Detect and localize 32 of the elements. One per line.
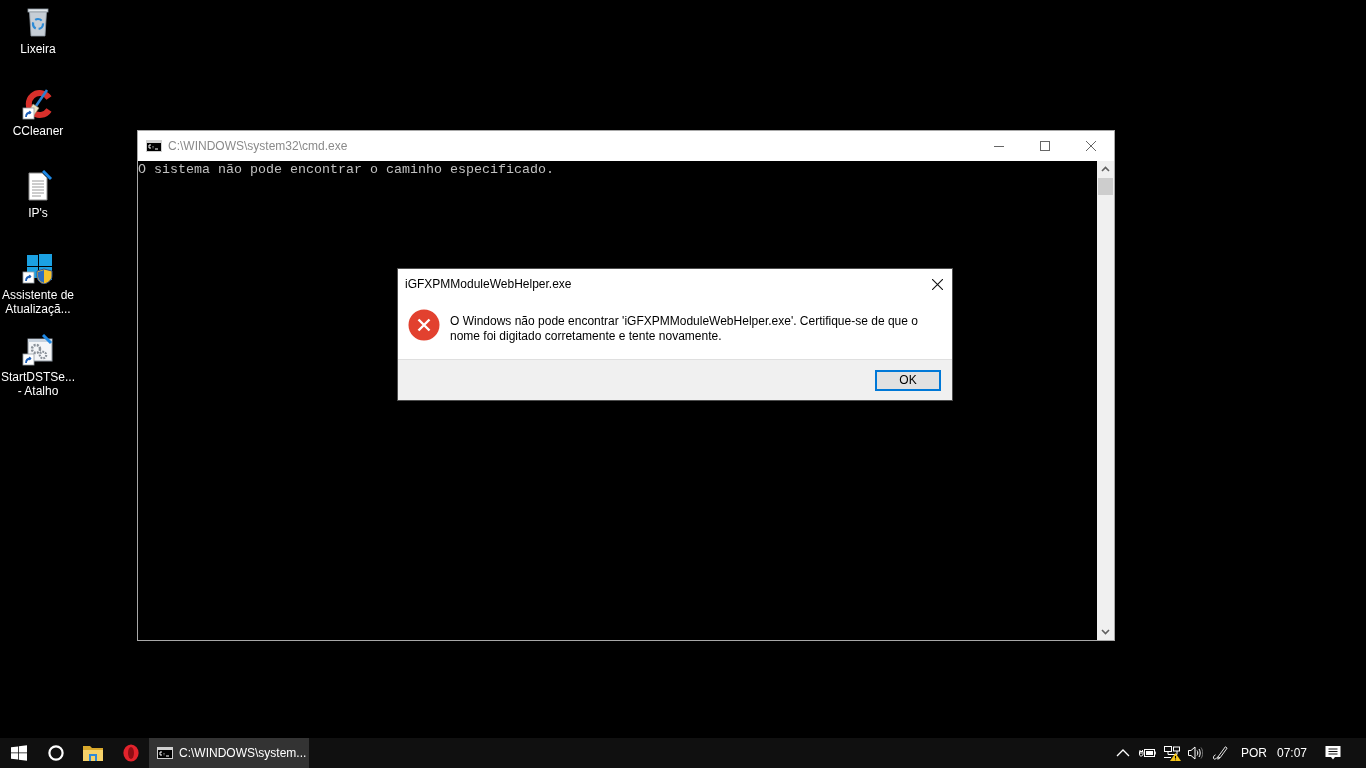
- ring-logo-icon[interactable]: [122, 744, 139, 762]
- window-title: C:\WINDOWS\system32\cmd.exe: [168, 139, 348, 153]
- network-warning-icon[interactable]: [1162, 745, 1181, 761]
- clock-time[interactable]: 07:07: [1274, 738, 1310, 768]
- terminal-icon: [157, 747, 173, 759]
- desktop-icon-label[interactable]: StartDSTSe... - Atalho: [0, 370, 77, 398]
- notifications-icon[interactable]: [1325, 745, 1341, 761]
- dialog-button[interactable]: OK: [875, 369, 941, 391]
- error-icon: [408, 309, 440, 341]
- speaker-icon[interactable]: [1187, 745, 1203, 761]
- desktop-icon-label[interactable]: Assistente de Atualizaçã...: [0, 288, 77, 316]
- desktop-icon-label[interactable]: IP's: [0, 206, 77, 220]
- desktop-icon-label[interactable]: CCleaner: [0, 124, 77, 138]
- dialog-message: O Windows não pode encontrar 'iGFXPMModuleWebHelper.exe'. Certifique-se de que o nome foi digitado corretamente e tente novamente.: [450, 314, 919, 344]
- close-icon: [931, 278, 943, 290]
- desktop-icon-label[interactable]: Lixeira: [0, 42, 77, 56]
- console-output-line: O sistema não pode encontrar o caminho especificado.: [138, 162, 554, 178]
- terminal-icon: [146, 140, 162, 152]
- tiles-shield-icon[interactable]: [22, 252, 54, 284]
- circle-icon[interactable]: [47, 745, 64, 761]
- windows-logo-icon[interactable]: [10, 745, 27, 761]
- language-indicator[interactable]: POR: [1234, 738, 1274, 768]
- scrollbar[interactable]: [1097, 161, 1114, 640]
- dialog-title: iGFXPMModuleWebHelper.exe: [405, 277, 572, 291]
- maximize-icon: [1040, 141, 1050, 151]
- gears-window-icon[interactable]: [22, 334, 54, 366]
- brush-c-icon[interactable]: [22, 88, 54, 120]
- taskbar-window-button[interactable]: C:\WINDOWS\system...: [149, 738, 309, 768]
- close-icon: [1086, 141, 1096, 151]
- pen-icon[interactable]: [1211, 745, 1229, 761]
- folder-icon[interactable]: [83, 745, 103, 761]
- scroll-thumb[interactable]: [1098, 178, 1113, 195]
